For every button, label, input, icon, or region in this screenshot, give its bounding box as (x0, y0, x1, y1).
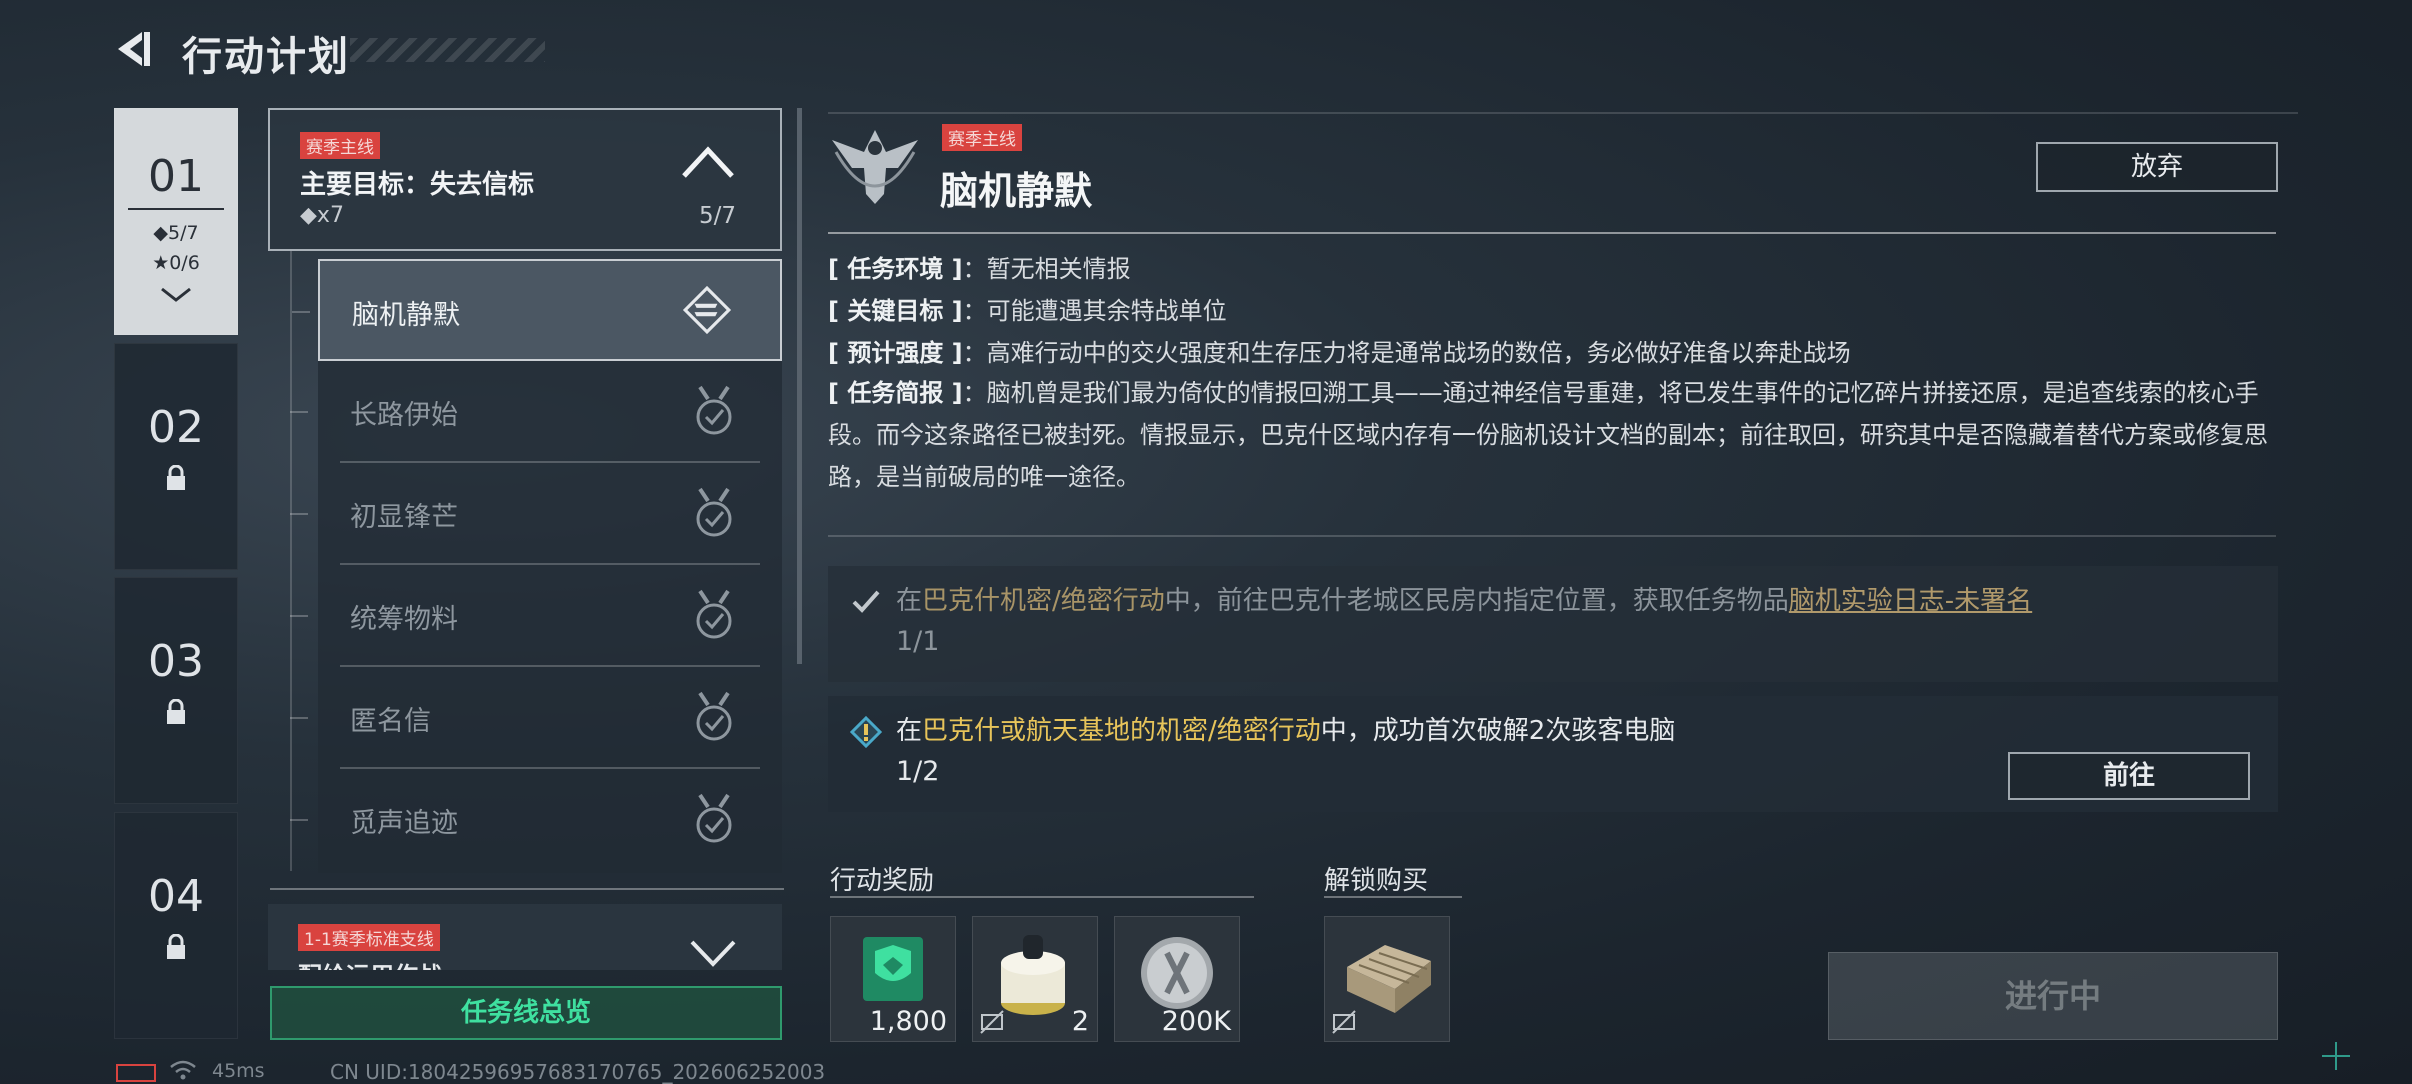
chapter-number: 01 (128, 151, 224, 210)
branch-title: 配给运用作战 (298, 956, 442, 970)
eagle-emblem-icon (832, 130, 918, 204)
mission-label: 长路伊始 (350, 400, 458, 431)
task-description: 在巴克什或航天基地的机密/绝密行动中，成功首次破解2次骇客电脑 (896, 716, 1676, 746)
reward-amount: 2 (1071, 1006, 1089, 1037)
no-trade-icon (1332, 1010, 1356, 1034)
plus-icon (2322, 1042, 2350, 1070)
mission-list: 脑机静默 长路伊始 初显锋芒 统筹物料 匿名信 觅声追迹 (290, 259, 782, 873)
reward-item[interactable]: 200K (1114, 916, 1240, 1042)
completed-medal-icon (696, 691, 732, 741)
chapter-tab-01[interactable]: 01 ◆5/7 ★0/6 (114, 108, 238, 335)
reward-section-title: 行动奖励 (830, 866, 935, 896)
divider (830, 896, 1254, 898)
chapter-tab-02[interactable]: 02 (114, 343, 238, 570)
checkmark-icon (852, 590, 880, 613)
tree-connector (290, 251, 292, 871)
chapter-number: 04 (148, 871, 204, 922)
info-key-target: [ 关键目标 ]：可能遭遇其余特战单位 (828, 297, 1227, 325)
mission-item[interactable]: 长路伊始 (290, 361, 782, 463)
lock-icon (167, 934, 185, 959)
chapter-number: 02 (148, 402, 204, 453)
completed-medal-icon (696, 793, 732, 843)
task-progress: 1/1 (896, 626, 940, 657)
mission-item[interactable]: 觅声追迹 (290, 769, 782, 871)
mission-label: 觅声追迹 (350, 808, 458, 839)
divider (1324, 896, 1462, 898)
abandon-button[interactable]: 放弃 (2036, 142, 2278, 192)
chevron-down-icon[interactable] (688, 938, 738, 968)
reward-item[interactable]: 2 (972, 916, 1098, 1042)
lock-icon (167, 465, 185, 490)
mission-target-icon (682, 285, 732, 335)
completed-medal-icon (696, 487, 732, 537)
mission-title: 脑机静默 (940, 169, 1093, 213)
go-to-button[interactable]: 前往 (2008, 752, 2250, 800)
mission-item[interactable]: 统筹物料 (290, 565, 782, 667)
branch-mission-card[interactable]: 1-1赛季标准支线 配给运用作战 (268, 904, 782, 970)
chapter-number: 03 (148, 636, 204, 687)
ping-indicator: 45ms (212, 1060, 265, 1082)
chevron-down-icon (161, 287, 191, 302)
chapter-diamond-progress: ◆5/7 (153, 222, 199, 244)
season-main-tag: 赛季主线 (942, 124, 1022, 151)
info-strength: [ 预计强度 ]：高难行动中的交火强度和生存压力将是通常战场的数倍，务必做好准备… (828, 339, 1851, 367)
goal-progress: 5/7 (698, 203, 736, 229)
task-description: 在巴克什机密/绝密行动中，前往巴克什老城区民房内指定位置，获取任务物品脑机实验日… (896, 586, 2033, 616)
mission-label: 统筹物料 (350, 604, 458, 635)
reward-amount: 200K (1161, 1006, 1231, 1037)
page-title: 行动计划 (182, 34, 350, 80)
mission-label: 脑机静默 (352, 300, 460, 331)
task-item-link[interactable]: 脑机实验日志-未署名 (1789, 586, 2032, 616)
goal-reward: ◆x7 (300, 203, 344, 228)
mission-label: 匿名信 (350, 706, 431, 737)
main-goal-card[interactable]: 赛季主线 主要目标：失去信标 ◆x7 5/7 (268, 108, 782, 251)
wifi-icon (170, 1060, 196, 1080)
task-progress: 1/2 (896, 756, 940, 787)
unlock-item[interactable] (1324, 916, 1450, 1042)
reward-amount: 1,800 (869, 1006, 947, 1037)
in-progress-button: 进行中 (1828, 952, 2278, 1040)
info-briefing: [ 任务简报 ]：脑机曾是我们最为倚仗的情报回溯工具——通过神经信号重建，将已发… (828, 379, 2268, 491)
chapter-star-progress: ★0/6 (152, 252, 200, 274)
alert-icon (850, 716, 882, 748)
chevron-up-icon[interactable] (680, 144, 736, 180)
lock-icon (167, 699, 185, 724)
reward-item[interactable]: 1,800 (830, 916, 956, 1042)
mission-item-active[interactable]: 脑机静默 (292, 259, 782, 361)
branch-tag: 1-1赛季标准支线 (298, 924, 440, 951)
season-main-tag: 赛季主线 (300, 132, 380, 159)
user-uid: CN UID:18042596957683170765_202606252003 (330, 1060, 826, 1084)
mission-label: 初显锋芒 (350, 502, 458, 533)
title-decoration (350, 38, 545, 62)
completed-medal-icon (696, 385, 732, 435)
mission-line-overview-button[interactable]: 任务线总览 (270, 986, 782, 1040)
back-arrow-icon[interactable] (112, 28, 154, 70)
battery-icon (116, 1064, 156, 1082)
divider (828, 232, 2276, 234)
task-item-pending: 在巴克什或航天基地的机密/绝密行动中，成功首次破解2次骇客电脑 1/2 前往 (828, 696, 2278, 812)
completed-medal-icon (696, 589, 732, 639)
mission-item[interactable]: 匿名信 (290, 667, 782, 769)
task-item-completed: 在巴克什机密/绝密行动中，前往巴克什老城区民房内指定位置，获取任务物品脑机实验日… (828, 566, 2278, 682)
chapter-tab-03[interactable]: 03 (114, 577, 238, 804)
divider (270, 888, 784, 890)
chapter-tab-04[interactable]: 04 (114, 812, 238, 1039)
divider (828, 535, 2276, 537)
no-trade-icon (980, 1010, 1004, 1034)
mission-item[interactable]: 初显锋芒 (290, 463, 782, 565)
goal-title: 主要目标：失去信标 (300, 170, 535, 200)
mission-list-scrollbar[interactable] (797, 108, 802, 664)
divider (828, 112, 2298, 114)
info-environment: [ 任务环境 ]：暂无相关情报 (828, 255, 1131, 283)
unlock-section-title: 解锁购买 (1324, 866, 1429, 896)
